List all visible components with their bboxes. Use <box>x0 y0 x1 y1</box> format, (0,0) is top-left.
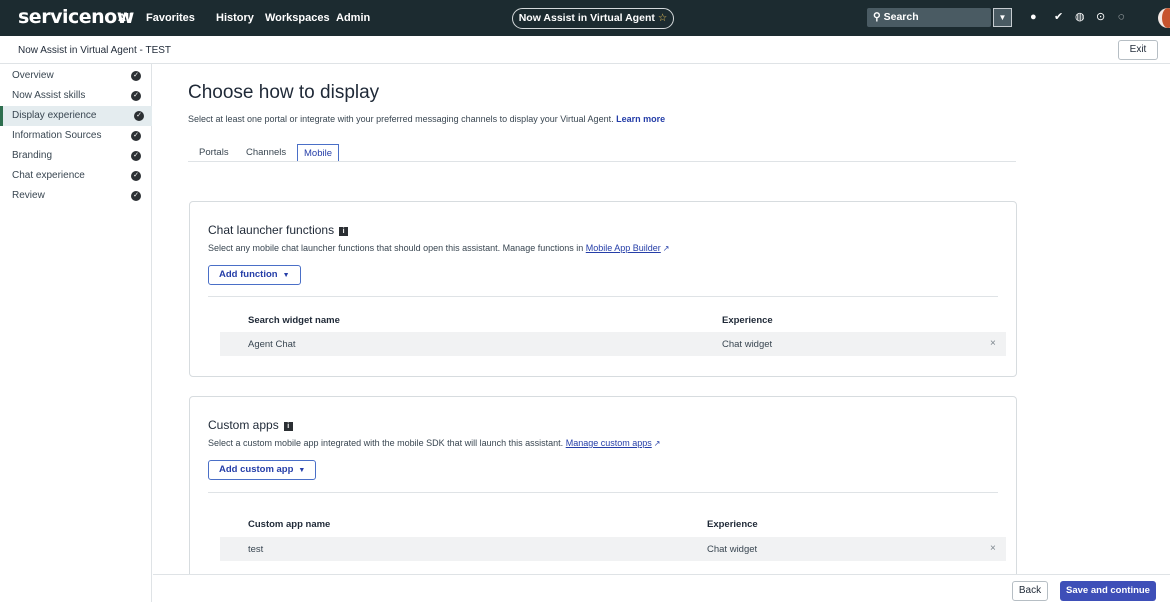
info-icon[interactable]: i <box>283 422 293 431</box>
chevron-down-icon: ▼ <box>298 467 306 474</box>
chat-launcher-card: Chat launcher functions i Select any mobi… <box>189 201 1017 377</box>
card-title-text: Chat launcher functions <box>208 223 335 237</box>
card-description-text: Select any mobile chat launcher function… <box>208 243 584 253</box>
learn-more-link[interactable]: Learn more <box>616 114 665 124</box>
sidebar-item-review[interactable]: Review ✓ <box>0 186 152 206</box>
row-experience: Chat widget <box>707 544 758 555</box>
context-pill-label: Now Assist in Virtual Agent <box>518 12 655 24</box>
search-scope-dropdown[interactable]: ▼ <box>993 8 1012 27</box>
sidebar-item-label: Information Sources <box>12 130 102 141</box>
add-custom-app-label: Add custom app <box>219 464 294 475</box>
add-function-button[interactable]: Add function ▼ <box>208 265 301 285</box>
check-circle-icon: ✓ <box>131 171 141 181</box>
remove-icon[interactable]: × <box>990 338 996 349</box>
row-name: test <box>248 544 264 555</box>
add-function-label: Add function <box>219 269 278 280</box>
info-icon[interactable]: i <box>339 227 349 236</box>
back-button[interactable]: Back <box>1012 581 1048 601</box>
column-header-experience: Experience <box>707 519 758 530</box>
step-sidebar: Overview ✓ Now Assist skills ✓ Display e… <box>0 64 152 602</box>
sidebar-item-chat-experience[interactable]: Chat experience ✓ <box>0 166 152 186</box>
global-search[interactable]: ⚲ Search <box>867 8 991 27</box>
tab-portals[interactable]: Portals <box>199 144 229 162</box>
chat-icon[interactable]: ◍ <box>1075 11 1085 23</box>
manage-custom-apps-link[interactable]: Manage custom apps <box>566 438 652 448</box>
row-name: Agent Chat <box>248 339 296 350</box>
main-content: Choose how to display Select at least on… <box>153 64 1170 574</box>
nav-workspaces[interactable]: Workspaces <box>265 12 330 24</box>
sub-header: Now Assist in Virtual Agent - TEST Exit <box>0 36 1170 64</box>
sidebar-item-now-assist-skills[interactable]: Now Assist skills ✓ <box>0 86 152 106</box>
card-description: Select a custom mobile app integrated wi… <box>208 438 660 448</box>
external-link-icon: ↗ <box>653 439 661 448</box>
chevron-down-icon: ▼ <box>282 272 290 279</box>
nav-admin[interactable]: Admin <box>336 12 370 24</box>
nav-all[interactable]: All <box>118 12 132 24</box>
card-divider <box>208 492 998 493</box>
sidebar-item-display-experience[interactable]: Display experience ✓ <box>0 106 152 126</box>
sidebar-item-label: Now Assist skills <box>12 90 86 101</box>
sidebar-item-information-sources[interactable]: Information Sources ✓ <box>0 126 152 146</box>
exit-button[interactable]: Exit <box>1118 40 1158 60</box>
help-icon[interactable]: ⊙ <box>1096 11 1105 23</box>
card-description: Select any mobile chat launcher function… <box>208 243 670 253</box>
search-label: Search <box>883 11 919 23</box>
card-title: Custom apps i <box>208 418 293 432</box>
bell-icon[interactable]: ◌ <box>1118 11 1125 23</box>
external-link-icon: ↗ <box>662 244 670 253</box>
page-breadcrumb: Now Assist in Virtual Agent - TEST <box>18 45 172 56</box>
globe-icon[interactable]: ● <box>1030 11 1037 23</box>
table-row: Agent Chat Chat widget × <box>220 332 1006 356</box>
add-custom-app-button[interactable]: Add custom app ▼ <box>208 460 317 480</box>
page-description-text: Select at least one portal or integrate … <box>188 114 614 124</box>
sidebar-item-label: Overview <box>12 70 54 81</box>
nav-history[interactable]: History <box>216 12 254 24</box>
card-divider <box>208 296 998 297</box>
remove-icon[interactable]: × <box>990 543 996 554</box>
column-header-name: Search widget name <box>248 315 340 326</box>
page-title: Choose how to display <box>188 82 380 103</box>
nav-favorites[interactable]: Favorites <box>146 12 195 24</box>
mobile-app-builder-link[interactable]: Mobile App Builder <box>586 243 661 253</box>
sidebar-item-label: Branding <box>12 150 53 161</box>
avatar[interactable] <box>1158 8 1170 28</box>
custom-apps-card: Custom apps i Select a custom mobile app … <box>189 396 1017 574</box>
sidebar-item-label: Display experience <box>12 110 97 121</box>
sidebar-item-branding[interactable]: Branding ✓ <box>0 146 152 166</box>
sidebar-item-overview[interactable]: Overview ✓ <box>0 66 152 86</box>
check-circle-icon: ✓ <box>131 91 141 101</box>
column-header-name: Custom app name <box>248 519 331 530</box>
check-circle-icon: ✓ <box>134 111 144 121</box>
sidebar-item-label: Review <box>12 190 45 201</box>
check-circle-icon: ✓ <box>131 191 141 201</box>
footer-bar: Back Save and continue <box>153 574 1170 602</box>
card-title: Chat launcher functions i <box>208 223 349 237</box>
servicenow-logo[interactable]: servicenow <box>18 6 134 28</box>
page-description: Select at least one portal or integrate … <box>188 114 665 124</box>
tab-mobile[interactable]: Mobile <box>297 144 339 162</box>
check-circle-icon: ✓ <box>131 71 141 81</box>
context-pill[interactable]: Now Assist in Virtual Agent ☆ <box>512 8 674 29</box>
tab-channels[interactable]: Channels <box>246 144 286 162</box>
column-header-experience: Experience <box>722 315 773 326</box>
check-circle-icon: ✓ <box>131 151 141 161</box>
search-icon: ⚲ <box>873 11 881 23</box>
card-title-text: Custom apps <box>208 418 279 432</box>
card-description-text: Select a custom mobile app integrated wi… <box>208 438 564 448</box>
sidebar-item-label: Chat experience <box>12 170 85 181</box>
star-icon[interactable]: ☆ <box>658 12 667 24</box>
tab-divider <box>188 161 1016 162</box>
top-navigation-bar: servicenow All Favorites History Workspa… <box>0 0 1170 36</box>
row-experience: Chat widget <box>722 339 773 350</box>
check-circle-icon: ✓ <box>131 131 141 141</box>
table-row: test Chat widget × <box>220 537 1006 561</box>
check-icon[interactable]: ✔ <box>1054 11 1063 23</box>
save-and-continue-button[interactable]: Save and continue <box>1060 581 1156 601</box>
